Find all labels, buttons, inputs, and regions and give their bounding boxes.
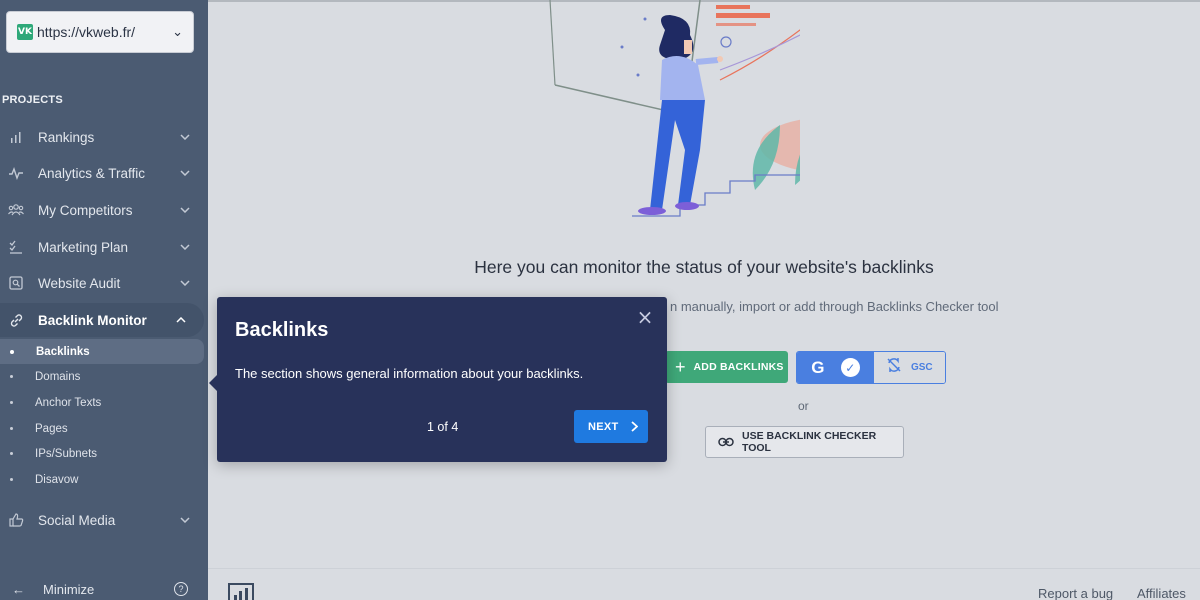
chevron-up-icon [176, 314, 186, 326]
sidebar-item-label: Marketing Plan [38, 239, 129, 255]
add-backlinks-label: ADD BACKLINKS [693, 361, 784, 373]
sidebar-item-label: Social Media [38, 512, 116, 528]
check-circle-icon: ✓ [840, 358, 860, 377]
sidebar-subitem-label: Backlinks [36, 345, 90, 358]
project-url: https://vkweb.fr/ [37, 24, 136, 40]
footer: Report a bug Affiliates [208, 568, 1200, 600]
sidebar-subitem-pages[interactable]: Pages [0, 416, 204, 441]
onboarding-tooltip: Backlinks × The section shows general in… [209, 297, 667, 462]
link-icon [8, 312, 24, 328]
thumbs-up-icon [8, 512, 24, 528]
tooltip-step-counter: 1 of 4 [427, 420, 459, 434]
bullet-icon [10, 478, 13, 481]
add-backlinks-button[interactable]: + ADD BACKLINKS [665, 351, 788, 383]
sidebar-item-social-media[interactable]: Social Media [0, 503, 208, 537]
sidebar-item-label: My Competitors [38, 202, 133, 218]
affiliates-link[interactable]: Affiliates [1137, 586, 1186, 600]
bullet-icon [10, 375, 13, 378]
close-icon[interactable]: × [635, 307, 655, 327]
bar-chart-icon [8, 129, 24, 145]
or-separator: or [798, 399, 809, 413]
project-logo: VK [17, 24, 33, 40]
sidebar-subitem-anchor-texts[interactable]: Anchor Texts [0, 390, 204, 415]
sidebar-item-label: Website Audit [38, 275, 121, 291]
tooltip-body: The section shows general information ab… [235, 366, 584, 381]
sidebar-item-analytics-traffic[interactable]: Analytics & Traffic [0, 156, 208, 190]
chevron-down-icon [180, 131, 190, 143]
project-selector[interactable]: VK https://vkweb.fr/ ⌄ [6, 11, 194, 53]
gsc-sync: GSC [874, 352, 945, 383]
main-heading: Here you can monitor the status of your … [474, 257, 934, 277]
help-icon[interactable]: ? [174, 582, 188, 596]
bullet-icon [10, 401, 13, 404]
projects-section-label: PROJECTS [2, 94, 63, 106]
chevron-down-icon [180, 204, 190, 216]
bullet-icon [10, 349, 14, 354]
google-connect: G ✓ [797, 352, 874, 383]
sidebar-item-my-competitors[interactable]: My Competitors [0, 193, 208, 227]
chevron-down-icon [180, 514, 190, 526]
chevron-down-icon [180, 277, 190, 289]
google-icon: G [811, 357, 825, 377]
main-subtext: n manually, import or add through Backli… [670, 299, 999, 314]
chevron-down-icon [180, 167, 190, 179]
checklist-icon [8, 239, 24, 255]
sidebar-item-label: Analytics & Traffic [38, 165, 146, 181]
chevron-right-icon [630, 419, 638, 435]
sidebar-item-marketing-plan[interactable]: Marketing Plan [0, 230, 208, 264]
checker-label: USE BACKLINK CHECKER TOOL [742, 430, 877, 454]
tooltip-title: Backlinks [235, 319, 329, 341]
report-bug-link[interactable]: Report a bug [1038, 586, 1113, 600]
sidebar-item-label: Rankings [38, 129, 95, 145]
sidebar-item-rankings[interactable]: Rankings [0, 120, 208, 154]
chevron-down-icon [180, 241, 190, 253]
bullet-icon [10, 427, 13, 430]
sidebar-subitem-domains[interactable]: Domains [0, 364, 204, 389]
sidebar-subitem-disavow[interactable]: Disavow [0, 467, 204, 492]
use-backlink-checker-button[interactable]: USE BACKLINK CHECKER TOOL [705, 426, 904, 458]
minimize-sidebar-button[interactable]: ← Minimize ? [0, 578, 208, 600]
plus-icon: + [675, 357, 686, 377]
sidebar-item-website-audit[interactable]: Website Audit [0, 266, 208, 300]
sidebar-subitem-label: Anchor Texts [35, 396, 102, 409]
sidebar: VK https://vkweb.fr/ ⌄ PROJECTS Rankings… [0, 0, 208, 600]
arrow-left-icon: ← [12, 581, 25, 597]
link-icon [718, 434, 734, 450]
chevron-down-icon: ⌄ [172, 24, 183, 39]
backlinks-illustration [549, 0, 800, 217]
sidebar-item-backlink-monitor[interactable]: Backlink Monitor [0, 303, 204, 337]
sidebar-subitem-ips-subnets[interactable]: IPs/Subnets [0, 441, 204, 466]
bar-chart-logo-icon [228, 583, 254, 600]
people-icon [8, 202, 24, 218]
audit-icon [8, 275, 24, 291]
pulse-icon [8, 165, 24, 181]
sidebar-subitem-label: Pages [35, 422, 68, 435]
next-label: NEXT [588, 420, 619, 433]
sidebar-item-label: Backlink Monitor [38, 312, 147, 328]
sidebar-subitem-backlinks[interactable]: Backlinks [0, 339, 204, 364]
minimize-label: Minimize [43, 581, 95, 597]
next-button[interactable]: NEXT [574, 410, 648, 443]
gsc-import-button[interactable]: G ✓ GSC [796, 351, 946, 384]
gsc-label: GSC [910, 362, 933, 373]
sidebar-subitem-label: Disavow [35, 473, 79, 486]
sidebar-subitem-label: IPs/Subnets [35, 447, 98, 460]
sync-off-icon [886, 357, 902, 378]
sidebar-subitem-label: Domains [35, 370, 81, 383]
bullet-icon [10, 452, 13, 455]
